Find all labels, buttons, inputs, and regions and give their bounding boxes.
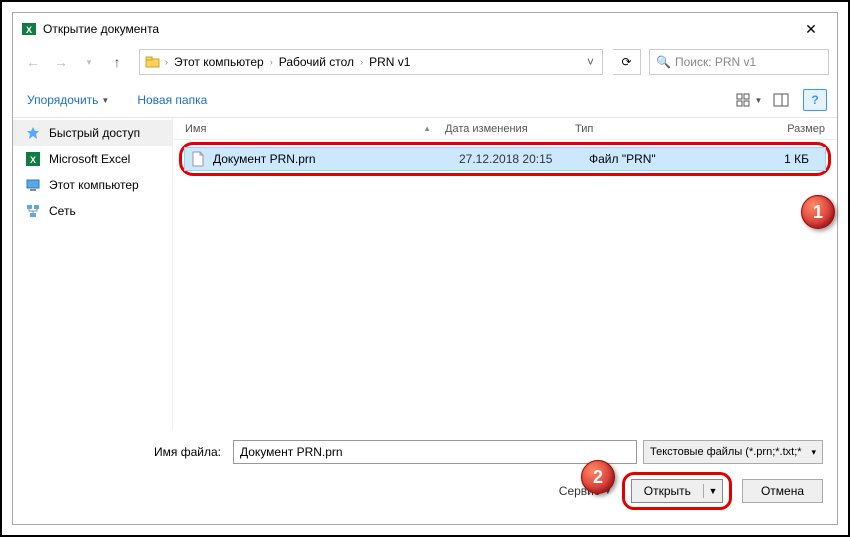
dialog-title: Открытие документа (43, 22, 159, 36)
nav-forward-icon[interactable]: → (49, 50, 73, 74)
titlebar: X Открытие документа ✕ (13, 13, 837, 45)
search-icon: 🔍 (656, 55, 671, 69)
refresh-icon[interactable]: ⟳ (613, 49, 641, 75)
sidebar-item-excel[interactable]: X Microsoft Excel (13, 146, 172, 172)
file-row[interactable]: Документ PRN.prn 27.12.2018 20:15 Файл "… (184, 147, 826, 171)
nav-back-icon[interactable]: ← (21, 50, 45, 74)
sidebar-item-label: Быстрый доступ (49, 126, 140, 140)
file-list: Имя ▲ Дата изменения Тип Размер Документ… (173, 118, 837, 430)
nav-up-icon[interactable]: ↑ (105, 50, 129, 74)
file-size: 1 КБ (709, 152, 819, 166)
annotation-badge-1: 1 (801, 195, 835, 229)
crumb-desktop[interactable]: Рабочий стол (276, 50, 357, 74)
filename-label: Имя файла: (27, 445, 227, 459)
sidebar: Быстрый доступ X Microsoft Excel Этот ко… (13, 118, 173, 430)
sidebar-item-this-pc[interactable]: Этот компьютер (13, 172, 172, 198)
sidebar-item-label: Этот компьютер (49, 178, 139, 192)
toolbar: Упорядочить ▼ Новая папка ▼ ? (13, 83, 837, 118)
annotation-highlight-1: Документ PRN.prn 27.12.2018 20:15 Файл "… (179, 142, 831, 176)
open-split-dropdown[interactable]: ▼ (704, 486, 722, 496)
folder-icon (144, 54, 162, 70)
chevron-down-icon: ▼ (101, 96, 109, 105)
cancel-button[interactable]: Отмена (742, 479, 823, 503)
close-icon[interactable]: ✕ (793, 19, 829, 39)
open-button[interactable]: Открыть ▼ (631, 479, 723, 503)
col-date[interactable]: Дата изменения (441, 123, 571, 135)
chevron-down-icon: ▼ (755, 96, 763, 105)
path-dropdown-icon[interactable]: ˅ (583, 55, 598, 69)
breadcrumb-bar[interactable]: › Этот компьютер › Рабочий стол › PRN v1… (139, 49, 603, 75)
col-name[interactable]: Имя ▲ (181, 123, 441, 135)
filetype-filter[interactable]: Текстовые файлы (*.prn;*.txt;* ▾ (643, 440, 823, 464)
help-icon[interactable]: ? (803, 89, 827, 111)
chevron-right-icon[interactable]: › (162, 57, 171, 67)
search-input[interactable]: 🔍 Поиск: PRN v1 (649, 49, 829, 75)
new-folder-button[interactable]: Новая папка (133, 91, 211, 109)
search-placeholder: Поиск: PRN v1 (675, 55, 756, 69)
pc-icon (25, 177, 41, 193)
col-type[interactable]: Тип (571, 123, 691, 135)
excel-icon: X (25, 151, 41, 167)
svg-text:X: X (30, 155, 36, 165)
sidebar-item-label: Microsoft Excel (49, 152, 130, 166)
file-name: Документ PRN.prn (213, 152, 459, 166)
file-date: 27.12.2018 20:15 (459, 152, 589, 166)
filename-input[interactable] (233, 440, 637, 464)
file-type: Файл "PRN" (589, 152, 709, 166)
annotation-highlight-2: Открыть ▼ (622, 472, 732, 510)
network-icon (25, 203, 41, 219)
chevron-down-icon: ▾ (811, 447, 816, 458)
sort-asc-icon: ▲ (423, 124, 431, 133)
chevron-right-icon[interactable]: › (357, 57, 366, 67)
chevron-right-icon[interactable]: › (267, 57, 276, 67)
recent-dd-icon[interactable]: ▾ (77, 50, 101, 74)
svg-text:X: X (26, 25, 32, 35)
navbar: ← → ▾ ↑ › Этот компьютер › Рабочий стол … (13, 45, 837, 83)
star-icon (25, 125, 41, 141)
sidebar-item-quick-access[interactable]: Быстрый доступ (13, 120, 172, 146)
open-file-dialog: X Открытие документа ✕ ← → ▾ ↑ › Этот ко… (12, 12, 838, 525)
preview-pane-icon[interactable] (767, 89, 795, 111)
excel-icon: X (21, 21, 37, 37)
organize-button[interactable]: Упорядочить ▼ (23, 91, 113, 109)
view-options-icon[interactable]: ▼ (735, 89, 763, 111)
file-icon (191, 151, 207, 167)
col-size[interactable]: Размер (691, 123, 829, 135)
sidebar-item-network[interactable]: Сеть (13, 198, 172, 224)
sidebar-item-label: Сеть (49, 204, 76, 218)
bottom-panel: Имя файла: Текстовые файлы (*.prn;*.txt;… (13, 430, 837, 524)
crumb-this-pc[interactable]: Этот компьютер (171, 50, 267, 74)
column-headers: Имя ▲ Дата изменения Тип Размер (173, 118, 837, 140)
crumb-folder[interactable]: PRN v1 (366, 50, 413, 74)
annotation-badge-2: 2 (581, 460, 615, 494)
